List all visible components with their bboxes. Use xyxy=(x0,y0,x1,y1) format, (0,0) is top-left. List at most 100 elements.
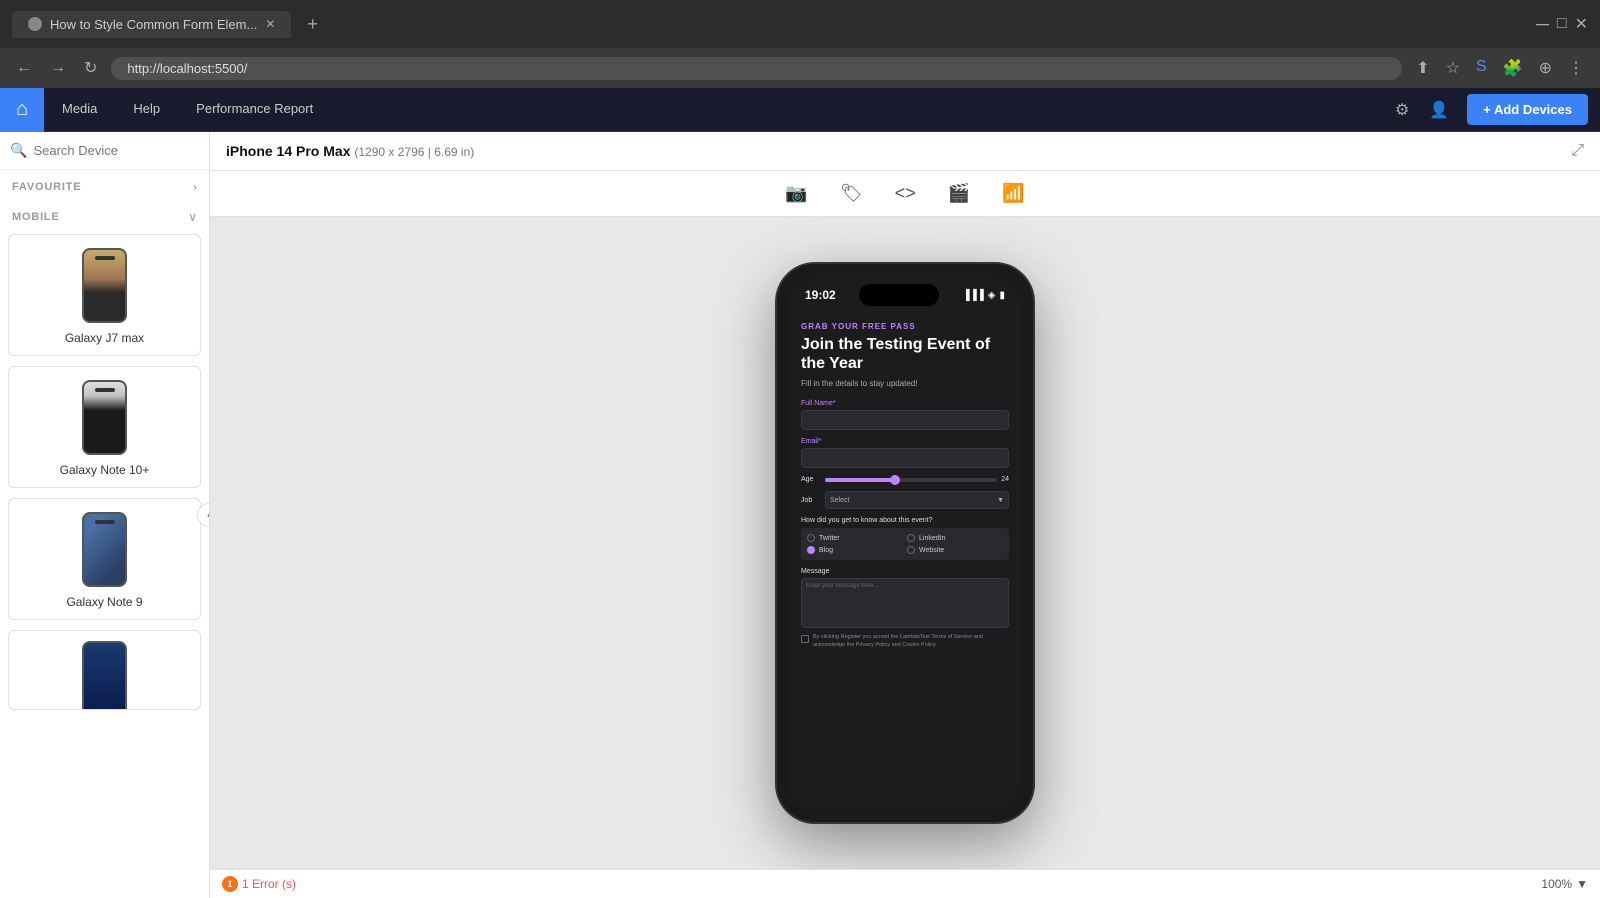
app-logo: ⌂ xyxy=(0,88,44,132)
mobile-label: MOBILE xyxy=(12,211,60,223)
device-card-note9[interactable]: Galaxy Note 9 xyxy=(8,498,201,620)
device-card-j7max[interactable]: Galaxy J7 max xyxy=(8,234,201,356)
device-image-note10 xyxy=(75,377,135,457)
full-name-label: Full Name* xyxy=(801,400,1009,407)
device-card-4[interactable] xyxy=(8,630,201,710)
video-toolbar-icon[interactable]: 🎬 xyxy=(940,179,978,208)
phone-thumbnail-4 xyxy=(82,641,127,710)
sidebar: 🔍 FAVOURITE › MOBILE ∨ Galaxy J7 max xyxy=(0,132,210,898)
browser-chrome: How to Style Common Form Elem... ✕ + ─ □… xyxy=(0,0,1600,48)
tab-close-button[interactable]: ✕ xyxy=(265,17,275,31)
tag-toolbar-icon[interactable]: 🏷 xyxy=(832,179,871,208)
event-title: Join the Testing Event of the Year xyxy=(801,335,1009,373)
job-select[interactable]: Select ▼ xyxy=(825,491,1009,509)
address-bar-container: ← → ↻ ⬆ ☆ S 🧩 ⊕ ⋮ xyxy=(0,48,1600,88)
favourite-chevron[interactable]: › xyxy=(193,180,197,194)
age-slider-track xyxy=(825,478,894,482)
wifi-toolbar-icon[interactable]: 📶 xyxy=(994,179,1032,208)
message-textarea[interactable]: Enter your message here... xyxy=(801,578,1009,628)
error-dot: 1 xyxy=(222,876,238,892)
refresh-button[interactable]: ↻ xyxy=(80,54,101,82)
favourite-section-header: FAVOURITE › xyxy=(0,170,209,200)
age-slider[interactable] xyxy=(825,478,997,482)
radio-website[interactable]: Website xyxy=(907,546,1003,554)
age-value: 24 xyxy=(1001,476,1009,483)
radio-twitter[interactable]: Twitter xyxy=(807,534,903,542)
nav-help[interactable]: Help xyxy=(115,88,178,132)
expand-icon[interactable]: ⤢ xyxy=(1571,142,1584,160)
job-select-value: Select xyxy=(830,497,849,504)
back-button[interactable]: ← xyxy=(12,55,36,81)
search-icon: 🔍 xyxy=(10,142,27,159)
radio-grid: Twitter LinkedIn Blog xyxy=(807,534,1003,554)
error-badge: 1 1 Error (s) xyxy=(222,876,296,892)
radio-circle-website xyxy=(907,546,915,554)
full-name-input[interactable] xyxy=(801,410,1009,430)
profile-icon[interactable]: S xyxy=(1472,54,1491,82)
zoom-label: 100% xyxy=(1541,877,1572,891)
job-select-row: Job Select ▼ xyxy=(801,491,1009,509)
new-tab-button[interactable]: + xyxy=(299,10,326,39)
phone-thumbnail-j7max xyxy=(82,248,127,323)
puzzle-icon[interactable]: ⊕ xyxy=(1535,54,1556,82)
forward-button[interactable]: → xyxy=(46,55,70,81)
add-devices-button[interactable]: + Add Devices xyxy=(1467,94,1588,125)
phone-time: 19:02 xyxy=(805,288,836,302)
phone-status-icons: ▐▐▐ ◈ ▮ xyxy=(963,290,1005,301)
age-label: Age xyxy=(801,476,821,483)
radio-blog[interactable]: Blog xyxy=(807,546,903,554)
extensions-icon[interactable]: 🧩 xyxy=(1499,54,1527,82)
tab-favicon xyxy=(28,17,42,31)
device-toolbar: 📷 🏷 <> 🎬 📶 xyxy=(210,171,1600,217)
device-image-note9 xyxy=(75,509,135,589)
content-area: iPhone 14 Pro Max (1290 x 2796 | 6.69 in… xyxy=(210,132,1600,898)
tab-title: How to Style Common Form Elem... xyxy=(50,17,257,32)
device-card-note10[interactable]: Galaxy Note 10+ xyxy=(8,366,201,488)
settings-icon[interactable]: ⚙ xyxy=(1389,94,1415,126)
phone-screen: 19:02 ▐▐▐ ◈ ▮ GRAB YOUR FREE PASS Join t… xyxy=(789,276,1021,810)
terms-row: By clicking Register you accept the Lamb… xyxy=(801,634,1009,649)
radio-circle-twitter xyxy=(807,534,815,542)
device-name-note9: Galaxy Note 9 xyxy=(66,595,142,609)
browser-tab[interactable]: How to Style Common Form Elem... ✕ xyxy=(12,11,291,38)
age-slider-thumb xyxy=(890,475,900,485)
header-icons: ⚙ 👤 xyxy=(1389,94,1467,126)
job-select-arrow: ▼ xyxy=(997,497,1004,504)
menu-icon[interactable]: ⋮ xyxy=(1564,54,1588,82)
email-input[interactable] xyxy=(801,448,1009,468)
device-list: Galaxy J7 max Galaxy Note 10+ Gala xyxy=(0,230,209,724)
screenshot-icon[interactable]: ⬆ xyxy=(1412,54,1433,82)
radio-label-website: Website xyxy=(919,547,944,554)
search-box: 🔍 xyxy=(0,132,209,170)
phone-viewport: 19:02 ▐▐▐ ◈ ▮ GRAB YOUR FREE PASS Join t… xyxy=(210,217,1600,869)
email-label: Email* xyxy=(801,438,1009,445)
wifi-status-icon: ◈ xyxy=(988,290,996,301)
search-input[interactable] xyxy=(33,143,199,158)
close-window-button[interactable]: ✕ xyxy=(1575,14,1588,34)
bookmark-icon[interactable]: ☆ xyxy=(1442,54,1464,82)
radio-label-blog: Blog xyxy=(819,547,833,554)
user-icon[interactable]: 👤 xyxy=(1423,94,1455,126)
favourite-label: FAVOURITE xyxy=(12,181,81,193)
device-image-4 xyxy=(75,641,135,710)
message-placeholder: Enter your message here... xyxy=(802,579,1008,593)
radio-question: How did you get to know about this event… xyxy=(801,517,1009,524)
radio-section: How did you get to know about this event… xyxy=(801,517,1009,560)
main-layout: 🔍 FAVOURITE › MOBILE ∨ Galaxy J7 max xyxy=(0,132,1600,898)
device-image-j7max xyxy=(75,245,135,325)
radio-linkedin[interactable]: LinkedIn xyxy=(907,534,1003,542)
mobile-chevron[interactable]: ∨ xyxy=(188,210,197,224)
status-footer: 1 1 Error (s) 100% ▼ xyxy=(210,869,1600,898)
mobile-section-header: MOBILE ∨ xyxy=(0,200,209,230)
nav-performance-report[interactable]: Performance Report xyxy=(178,88,331,132)
minimize-button[interactable]: ─ xyxy=(1536,14,1549,35)
maximize-button[interactable]: □ xyxy=(1557,15,1567,33)
job-label: Job xyxy=(801,497,821,504)
zoom-control[interactable]: 100% ▼ xyxy=(1541,877,1588,891)
terms-checkbox[interactable] xyxy=(801,635,809,643)
nav-media[interactable]: Media xyxy=(44,88,115,132)
url-input[interactable] xyxy=(111,57,1402,80)
radio-group: Twitter LinkedIn Blog xyxy=(801,528,1009,560)
code-toolbar-icon[interactable]: <> xyxy=(887,179,924,208)
camera-toolbar-icon[interactable]: 📷 xyxy=(777,179,815,208)
